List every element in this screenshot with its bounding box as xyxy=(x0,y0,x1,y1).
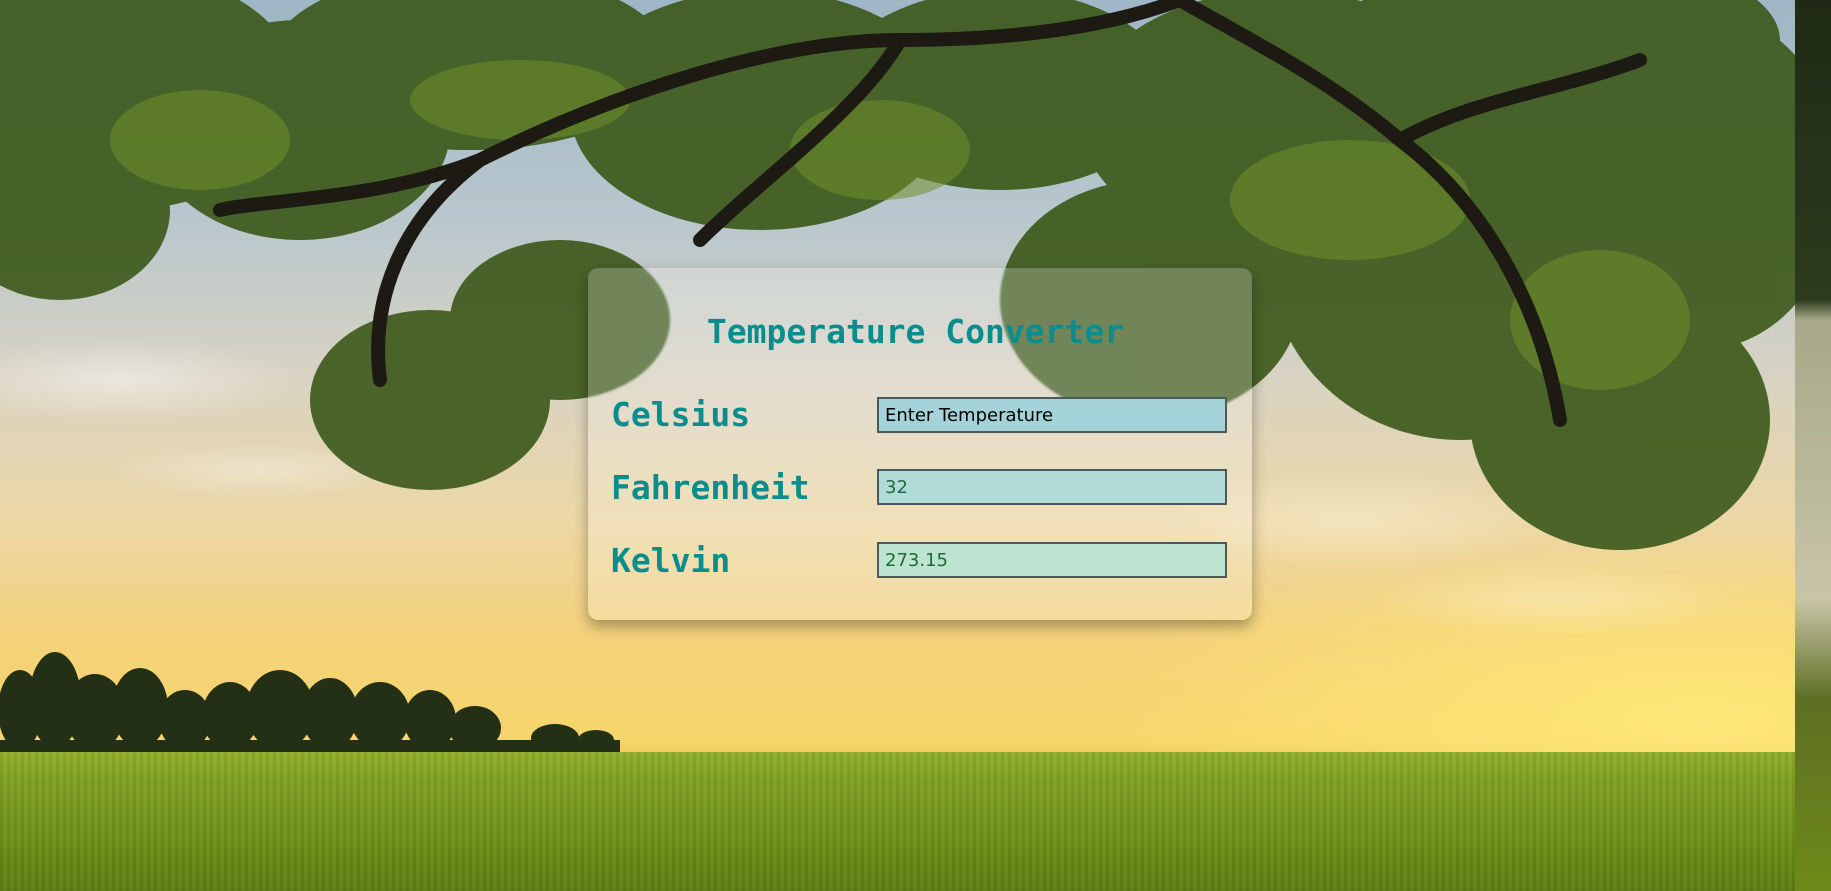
celsius-input[interactable] xyxy=(877,397,1227,433)
grass-field xyxy=(0,752,1795,891)
fahrenheit-label: Fahrenheit xyxy=(611,468,810,507)
celsius-label: Celsius xyxy=(611,395,751,434)
background-image-edge xyxy=(1795,0,1831,891)
kelvin-input[interactable] xyxy=(877,542,1227,578)
horizon-trees xyxy=(0,652,620,760)
fahrenheit-input[interactable] xyxy=(877,469,1227,505)
kelvin-label: Kelvin xyxy=(611,541,731,580)
page-title: Temperature Converter xyxy=(706,312,1125,351)
